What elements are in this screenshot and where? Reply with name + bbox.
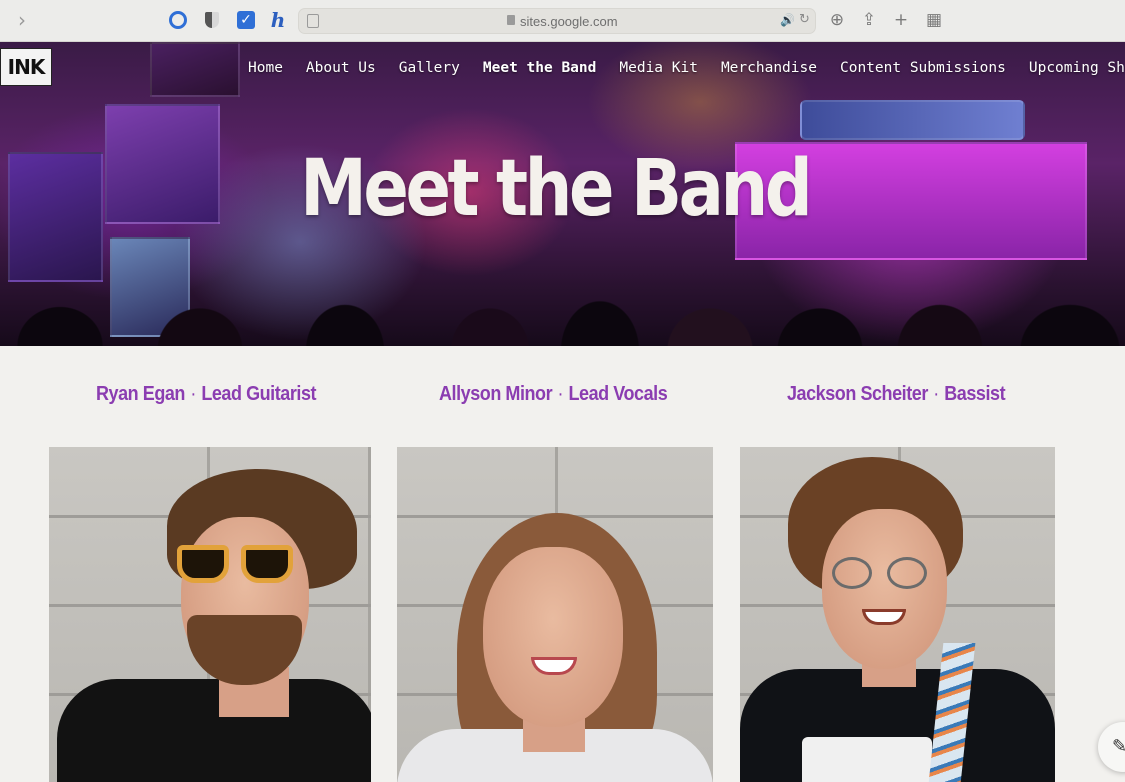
checkbox-extension-icon[interactable]: ✓: [236, 10, 256, 30]
page-title: Meet the Band: [300, 144, 813, 234]
sunglasses-shape: [177, 545, 295, 587]
separator: ·: [557, 383, 564, 405]
nav-media-kit[interactable]: Media Kit: [619, 60, 698, 76]
member-role: Lead Guitarist: [201, 383, 317, 405]
download-icon[interactable]: ⊕: [826, 9, 848, 31]
member-photo-ryan: [49, 447, 371, 782]
address-bar[interactable]: sites.google.com 🔊 ↻: [298, 8, 816, 34]
lock-icon: [507, 15, 515, 25]
member-heading: Allyson Minor · Lead Vocals: [439, 383, 668, 406]
edit-fab-button[interactable]: ✎: [1098, 722, 1125, 772]
photo-shape: [57, 679, 371, 782]
crowd-silhouette: [0, 256, 1125, 346]
member-photo-jackson: [740, 447, 1055, 782]
share-icon[interactable]: ⇪: [858, 9, 880, 31]
nav-gallery[interactable]: Gallery: [399, 60, 460, 76]
member-role: Lead Vocals: [568, 383, 668, 405]
site-logo[interactable]: INK: [0, 48, 52, 86]
member-name: Allyson Minor: [439, 383, 553, 405]
eyeglasses-shape: [832, 557, 932, 591]
member-name: Ryan Egan: [96, 383, 185, 405]
edit-pencil-icon: ✎: [1112, 736, 1125, 757]
shield-extension-icon[interactable]: [202, 10, 222, 30]
member-heading: Ryan Egan · Lead Guitarist: [96, 383, 317, 406]
shirt-print-shape: [802, 737, 932, 782]
nav-about-us[interactable]: About Us: [306, 60, 376, 76]
poster-decoration: [150, 42, 240, 97]
separator: ·: [933, 383, 939, 405]
venue-sign-decoration: [800, 100, 1025, 140]
member-photo-allyson: [397, 447, 713, 782]
member-role: Bassist: [944, 383, 1006, 405]
new-tab-icon[interactable]: +: [890, 9, 912, 31]
nav-content-submissions[interactable]: Content Submissions: [840, 60, 1006, 76]
nav-home[interactable]: Home: [248, 60, 283, 76]
member-heading: Jackson Scheiter · Bassist: [787, 383, 1006, 406]
page-icon[interactable]: [307, 14, 319, 28]
url-text[interactable]: sites.google.com: [520, 14, 618, 29]
site-nav: Home About Us Gallery Meet the Band Medi…: [248, 60, 1125, 76]
tab-overview-icon[interactable]: ▦: [923, 9, 945, 31]
photo-shape: [483, 547, 623, 727]
h-extension-icon[interactable]: h: [268, 8, 288, 32]
browser-toolbar: › ✓ h sites.google.com 🔊 ↻ ⊕ ⇪ + ▦: [0, 0, 1125, 42]
reload-icon[interactable]: ↻: [799, 12, 810, 27]
audio-icon[interactable]: 🔊: [780, 13, 795, 27]
nav-upcoming-shows[interactable]: Upcoming Shows: [1029, 60, 1125, 76]
ring-extension-icon[interactable]: [168, 10, 188, 30]
back-chevron-icon[interactable]: ›: [18, 8, 26, 32]
nav-meet-the-band[interactable]: Meet the Band: [483, 60, 597, 76]
member-name: Jackson Scheiter: [787, 383, 928, 405]
nav-merchandise[interactable]: Merchandise: [721, 60, 817, 76]
separator: ·: [190, 383, 196, 405]
